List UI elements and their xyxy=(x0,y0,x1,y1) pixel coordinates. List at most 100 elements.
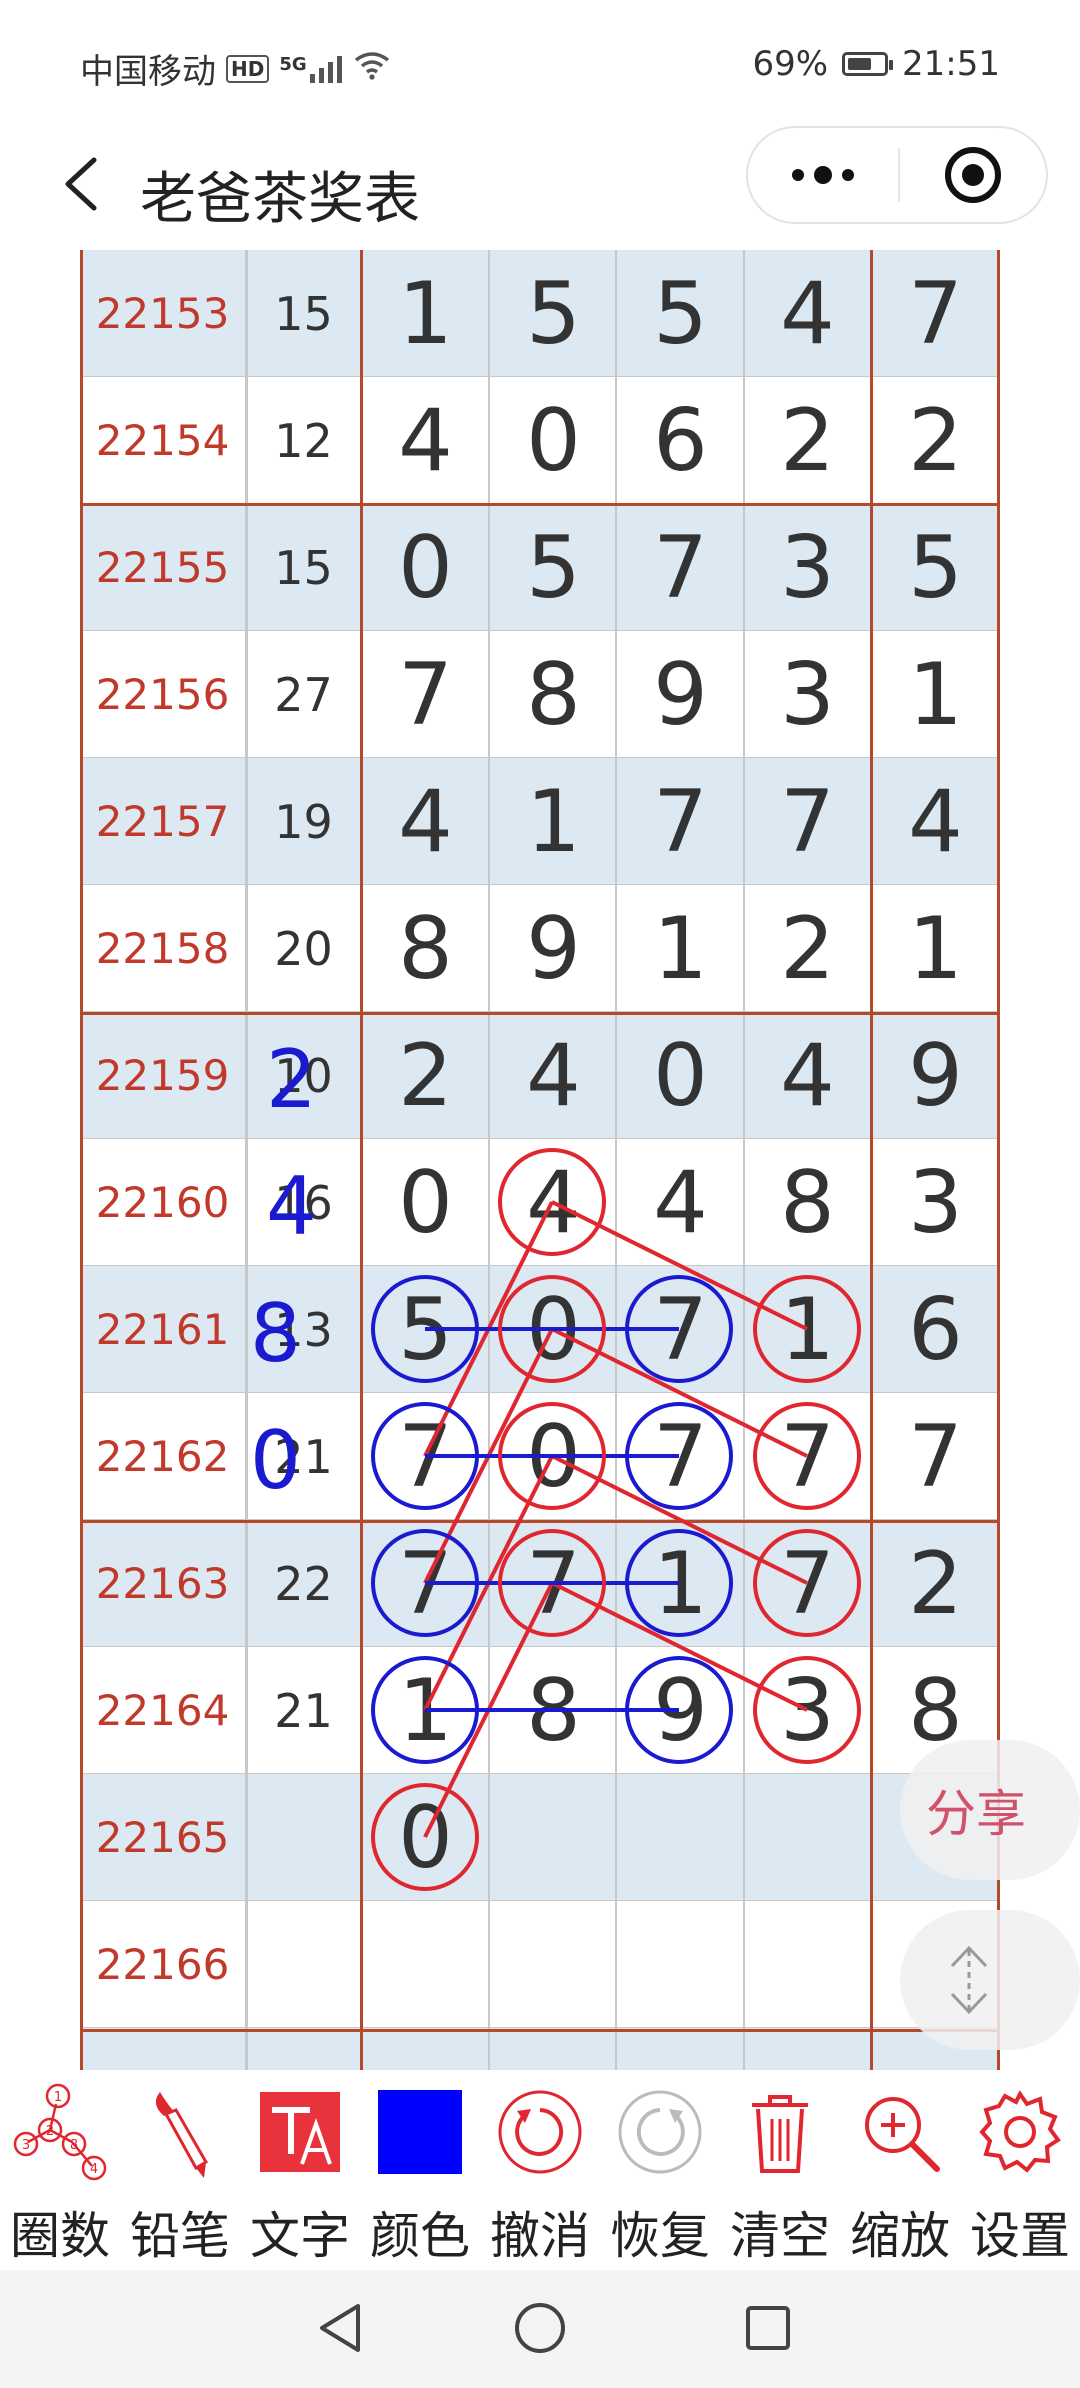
table-row[interactable]: 22165 0 xyxy=(80,1774,1000,1901)
digit-cell[interactable]: 6 xyxy=(617,377,744,504)
digit-cell[interactable]: 2 xyxy=(744,885,871,1012)
digit-cell[interactable]: 7 xyxy=(617,758,744,885)
digit-cell[interactable]: 4 xyxy=(362,758,489,885)
digit-cell[interactable] xyxy=(490,1774,617,1901)
table-row[interactable]: 22161 13 5 0 7 1 6 xyxy=(80,1266,1000,1393)
tool-redo[interactable]: 恢复 xyxy=(600,2070,720,2270)
table-row[interactable]: 22166 xyxy=(80,1901,1000,2028)
digit-cell[interactable]: 8 xyxy=(744,1139,871,1266)
digit-cell[interactable]: 9 xyxy=(617,631,744,758)
digit-cell[interactable]: 9 xyxy=(490,885,617,1012)
digit-cell[interactable]: 2 xyxy=(744,377,871,504)
digit-cell[interactable]: 0 xyxy=(490,1266,617,1393)
digit-cell[interactable]: 4 xyxy=(490,1012,617,1139)
table-row[interactable]: 22154 12 4 0 6 2 2 xyxy=(80,377,1000,504)
digit-cell[interactable]: 7 xyxy=(617,1266,744,1393)
digit-cell[interactable]: 1 xyxy=(872,631,999,758)
table-row[interactable]: 22162 21 7 0 7 7 7 xyxy=(80,1393,1000,1520)
digit-cell[interactable]: 4 xyxy=(490,1139,617,1266)
digit-cell[interactable] xyxy=(617,2028,744,2070)
digit-cell[interactable]: 9 xyxy=(617,1647,744,1774)
digit-cell[interactable]: 8 xyxy=(362,885,489,1012)
digit-cell[interactable]: 5 xyxy=(490,504,617,631)
tool-color[interactable]: 颜色 xyxy=(360,2070,480,2270)
digit-cell[interactable] xyxy=(490,1901,617,2028)
tool-clear[interactable]: 清空 xyxy=(720,2070,840,2270)
table-row[interactable]: 22156 27 7 8 9 3 1 xyxy=(80,631,1000,758)
tool-settings[interactable]: 设置 xyxy=(960,2070,1080,2270)
digit-cell[interactable]: 4 xyxy=(362,377,489,504)
digit-cell[interactable]: 7 xyxy=(744,1393,871,1520)
digit-cell[interactable]: 5 xyxy=(490,250,617,377)
digit-cell[interactable]: 7 xyxy=(744,758,871,885)
table-row[interactable]: 22160 16 0 4 4 8 3 xyxy=(80,1139,1000,1266)
digit-cell[interactable]: 5 xyxy=(617,250,744,377)
digit-cell[interactable]: 0 xyxy=(362,1774,489,1901)
more-button[interactable] xyxy=(748,128,898,222)
tool-undo[interactable]: 撤消 xyxy=(480,2070,600,2270)
digit-cell[interactable]: 9 xyxy=(872,1012,999,1139)
digit-cell[interactable]: 1 xyxy=(617,885,744,1012)
table-row[interactable]: 22155 15 0 5 7 3 5 xyxy=(80,504,1000,631)
digit-cell[interactable] xyxy=(490,2028,617,2070)
digit-cell[interactable]: 0 xyxy=(362,504,489,631)
digit-cell[interactable]: 7 xyxy=(362,631,489,758)
table-row[interactable]: 22159 10 2 4 0 4 9 xyxy=(80,1012,1000,1139)
digit-cell[interactable]: 7 xyxy=(490,1520,617,1647)
digit-cell[interactable] xyxy=(744,1901,871,2028)
digit-cell[interactable]: 6 xyxy=(872,1266,999,1393)
digit-cell[interactable]: 7 xyxy=(744,1520,871,1647)
digit-cell[interactable]: 3 xyxy=(744,1647,871,1774)
close-button[interactable] xyxy=(900,128,1046,222)
table-row[interactable]: 22164 21 1 8 9 3 8 xyxy=(80,1647,1000,1774)
share-button[interactable]: 分享 xyxy=(900,1740,1080,1880)
table-row[interactable]: 22163 22 7 7 1 7 2 xyxy=(80,1520,1000,1647)
scroll-toggle-button[interactable] xyxy=(900,1910,1080,2050)
tool-zoom[interactable]: 缩放 xyxy=(840,2070,960,2270)
digit-cell[interactable] xyxy=(362,1901,489,2028)
digit-cell[interactable]: 4 xyxy=(872,758,999,885)
digit-cell[interactable]: 1 xyxy=(362,250,489,377)
table-row[interactable] xyxy=(80,2028,1000,2070)
lottery-grid[interactable]: 22153 15 1 5 5 4 7 22154 12 4 0 6 2 2 22155 15 0 5 7 3 5 2215… xyxy=(80,250,1000,2070)
digit-cell[interactable]: 0 xyxy=(362,1139,489,1266)
digit-cell[interactable] xyxy=(617,1901,744,2028)
tool-text[interactable]: 文字 xyxy=(240,2070,360,2270)
digit-cell[interactable]: 1 xyxy=(744,1266,871,1393)
tool-pencil[interactable]: 铅笔 xyxy=(120,2070,240,2270)
digit-cell[interactable]: 5 xyxy=(362,1266,489,1393)
digit-cell[interactable]: 2 xyxy=(872,377,999,504)
digit-cell[interactable]: 1 xyxy=(617,1520,744,1647)
digit-cell[interactable]: 7 xyxy=(362,1520,489,1647)
digit-cell[interactable]: 8 xyxy=(490,631,617,758)
digit-cell[interactable]: 2 xyxy=(362,1012,489,1139)
table-row[interactable]: 22157 19 4 1 7 7 4 xyxy=(80,758,1000,885)
digit-cell[interactable]: 4 xyxy=(744,1012,871,1139)
digit-cell[interactable]: 3 xyxy=(744,504,871,631)
digit-cell[interactable]: 3 xyxy=(744,631,871,758)
digit-cell[interactable]: 4 xyxy=(744,250,871,377)
digit-cell[interactable]: 8 xyxy=(490,1647,617,1774)
digit-cell[interactable]: 5 xyxy=(872,504,999,631)
table-row[interactable]: 22158 20 8 9 1 2 1 xyxy=(80,885,1000,1012)
digit-cell[interactable]: 0 xyxy=(490,377,617,504)
digit-cell[interactable]: 3 xyxy=(872,1139,999,1266)
digit-cell[interactable]: 1 xyxy=(490,758,617,885)
digit-cell[interactable]: 7 xyxy=(872,250,999,377)
back-button[interactable] xyxy=(40,144,120,224)
digit-cell[interactable]: 2 xyxy=(872,1520,999,1647)
system-back-button[interactable] xyxy=(300,2288,380,2368)
digit-cell[interactable] xyxy=(617,1774,744,1901)
digit-cell[interactable] xyxy=(362,2028,489,2070)
system-recents-button[interactable] xyxy=(728,2288,808,2368)
digit-cell[interactable]: 4 xyxy=(617,1139,744,1266)
digit-cell[interactable]: 7 xyxy=(617,1393,744,1520)
digit-cell[interactable]: 1 xyxy=(872,885,999,1012)
system-home-button[interactable] xyxy=(500,2288,580,2368)
digit-cell[interactable]: 7 xyxy=(362,1393,489,1520)
digit-cell[interactable]: 7 xyxy=(617,504,744,631)
digit-cell[interactable]: 0 xyxy=(617,1012,744,1139)
digit-cell[interactable]: 7 xyxy=(872,1393,999,1520)
digit-cell[interactable] xyxy=(744,1774,871,1901)
digit-cell[interactable] xyxy=(744,2028,871,2070)
